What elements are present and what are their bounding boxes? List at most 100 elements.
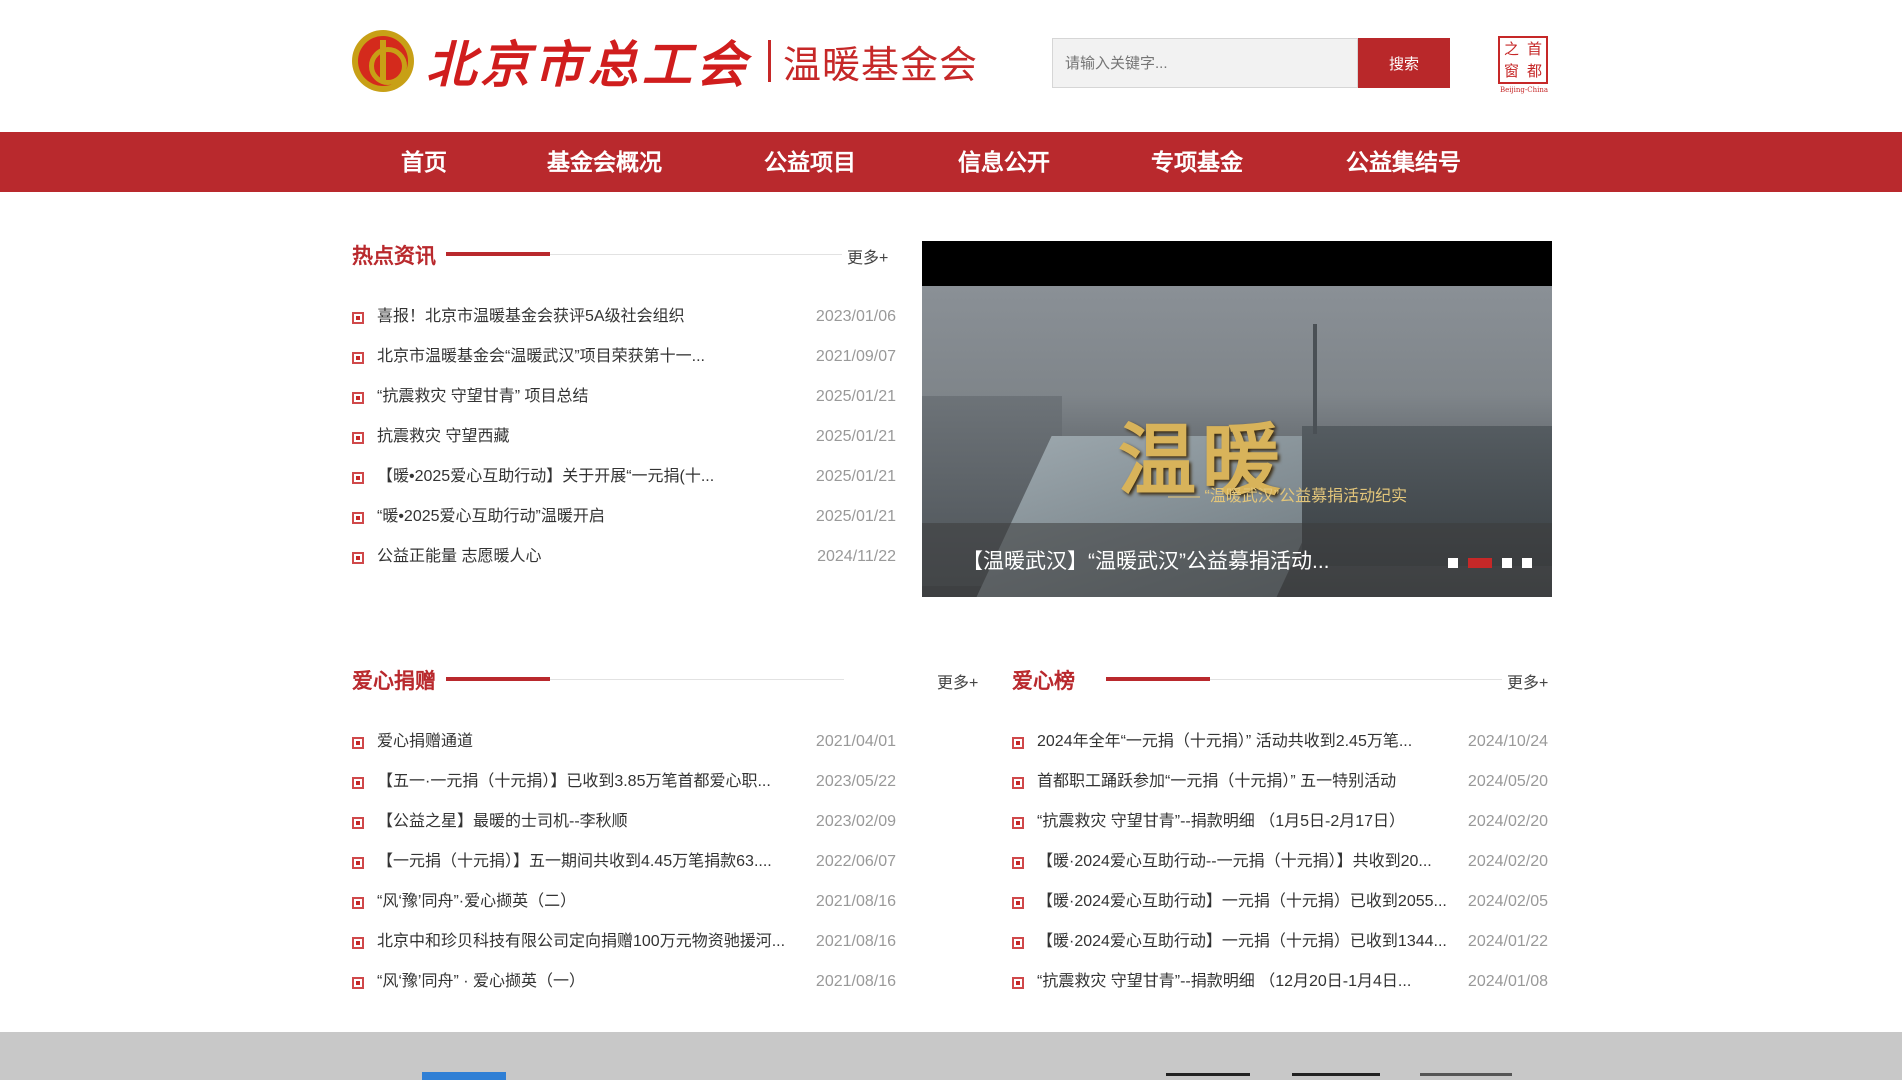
donation-title[interactable]: 【五一·一元捐（十元捐）】已收到3.85万笔首都爱心职... xyxy=(377,762,771,802)
site-header: 北京市总工会 温暖基金会 搜索 之 首 窗 都 Beijing-China xyxy=(0,0,1902,132)
slide-tower xyxy=(1313,324,1317,434)
list-item[interactable]: 【暖•2025爱心互助行动】关于开展“一元捐(十... 2025/01/21 xyxy=(352,457,896,497)
bullet-icon xyxy=(352,552,364,564)
list-item[interactable]: 【公益之星】最暖的士司机--李秋顺 2023/02/09 xyxy=(352,802,896,842)
hot-news-divider xyxy=(550,254,842,255)
news-title[interactable]: 【暖•2025爱心互助行动】关于开展“一元捐(十... xyxy=(377,457,714,497)
donation-date: 2022/06/07 xyxy=(815,853,896,870)
main-nav: 首页 基金会概况 公益项目 信息公开 专项基金 公益集结号 xyxy=(0,132,1902,192)
featured-slider[interactable]: 温暖 —— “温暖武汉”公益募捐活动纪实 【温暖武汉】“温暖武汉”公益募捐活动.… xyxy=(922,241,1552,597)
slide-caption[interactable]: 【温暖武汉】“温暖武汉”公益募捐活动... xyxy=(962,545,1330,575)
list-item[interactable]: 【五一·一元捐（十元捐）】已收到3.85万笔首都爱心职... 2023/05/22 xyxy=(352,762,896,802)
bullet-icon xyxy=(1012,897,1024,909)
nav-item-overview[interactable]: 基金会概况 xyxy=(547,132,662,192)
site-logo[interactable]: 北京市总工会 温暖基金会 xyxy=(352,28,978,94)
love-board-item-date: 2024/02/05 xyxy=(1467,893,1548,910)
footer-link-fragment[interactable] xyxy=(1420,1073,1512,1080)
list-item[interactable]: 抗震救灾 守望西藏 2025/01/21 xyxy=(352,417,896,457)
slider-dots xyxy=(1448,558,1542,568)
love-board-item-date: 2024/02/20 xyxy=(1467,813,1548,830)
bullet-icon xyxy=(352,312,364,324)
list-item[interactable]: 2024年全年“一元捐（十元捐）” 活动共收到2.45万笔... 2024/10/… xyxy=(1012,722,1548,762)
list-item[interactable]: “抗震救灾 守望甘青”--捐款明细 （1月5日-2月17日） 2024/02/20 xyxy=(1012,802,1548,842)
list-item[interactable]: 公益正能量 志愿暖人心 2024/11/22 xyxy=(352,537,896,577)
slider-dot[interactable] xyxy=(1468,558,1492,568)
news-date: 2025/01/21 xyxy=(815,428,896,445)
donation-title[interactable]: “风‘豫’同舟”·爱心撷英（二） xyxy=(377,882,576,922)
bullet-icon xyxy=(1012,777,1024,789)
love-board-more-link[interactable]: 更多+ xyxy=(1507,669,1548,693)
search-form: 搜索 xyxy=(1052,38,1450,88)
donation-title[interactable]: 北京中和珍贝科技有限公司定向捐赠100万元物资驰援河... xyxy=(377,922,785,962)
news-title[interactable]: 公益正能量 志愿暖人心 xyxy=(377,537,541,577)
bullet-icon xyxy=(352,352,364,364)
list-item[interactable]: 【暖·2024爱心互助行动】一元捐（十元捐）已收到1344... 2024/01/… xyxy=(1012,922,1548,962)
capital-window-stamp[interactable]: 之 首 窗 都 Beijing-China xyxy=(1498,36,1550,94)
news-title[interactable]: “暖•2025爱心互助行动”温暖开启 xyxy=(377,497,605,537)
list-item[interactable]: 北京中和珍贝科技有限公司定向捐赠100万元物资驰援河... 2021/08/16 xyxy=(352,922,896,962)
slider-dot[interactable] xyxy=(1522,558,1532,568)
footer-link-fragment[interactable] xyxy=(1292,1073,1380,1080)
love-board-item-date: 2024/02/20 xyxy=(1467,853,1548,870)
love-board-title-bar xyxy=(1106,677,1210,681)
bullet-icon xyxy=(352,937,364,949)
search-button[interactable]: 搜索 xyxy=(1358,38,1450,88)
list-item[interactable]: “抗震救灾 守望甘青” 项目总结 2025/01/21 xyxy=(352,377,896,417)
nav-item-projects[interactable]: 公益项目 xyxy=(764,132,856,192)
love-board-item-title[interactable]: 【暖·2024爱心互助行动】一元捐（十元捐）已收到1344... xyxy=(1037,922,1447,962)
love-board-title: 爱心榜 xyxy=(1012,670,1075,693)
love-board-item-title[interactable]: “抗震救灾 守望甘青”--捐款明细 （1月5日-2月17日） xyxy=(1037,802,1405,842)
news-title[interactable]: 喜报！北京市温暖基金会获评5A级社会组织 xyxy=(377,297,685,337)
stamp-char: 窗 xyxy=(1503,61,1519,80)
love-board-item-title[interactable]: 2024年全年“一元捐（十元捐）” 活动共收到2.45万笔... xyxy=(1037,722,1412,762)
list-item[interactable]: 喜报！北京市温暖基金会获评5A级社会组织 2023/01/06 xyxy=(352,297,896,337)
bullet-icon xyxy=(352,392,364,404)
footer-link-fragment[interactable] xyxy=(1166,1073,1250,1080)
list-item[interactable]: “风‘豫’同舟” · 爱心撷英（一） 2021/08/16 xyxy=(352,962,896,1002)
donation-title[interactable]: 【一元捐（十元捐）】五一期间共收到4.45万笔捐款63.... xyxy=(377,842,772,882)
bullet-icon xyxy=(1012,977,1024,989)
love-board-item-title[interactable]: 【暖·2024爱心互助行动--一元捐（十元捐）】共收到20... xyxy=(1037,842,1432,882)
list-item[interactable]: “抗震救灾 守望甘青”--捐款明细 （12月20日-1月4日... 2024/01… xyxy=(1012,962,1548,1002)
site-footer xyxy=(0,1032,1902,1080)
list-item[interactable]: 首都职工踊跃参加“一元捐（十元捐）” 五一特别活动 2024/05/20 xyxy=(1012,762,1548,802)
love-board-item-date: 2024/10/24 xyxy=(1467,733,1548,750)
list-item[interactable]: 【暖·2024爱心互助行动--一元捐（十元捐）】共收到20... 2024/02/… xyxy=(1012,842,1548,882)
list-item[interactable]: 爱心捐赠通道 2021/04/01 xyxy=(352,722,896,762)
list-item[interactable]: 【暖·2024爱心互助行动】一元捐（十元捐）已收到2055... 2024/02/… xyxy=(1012,882,1548,922)
list-item[interactable]: “暖•2025爱心互助行动”温暖开启 2025/01/21 xyxy=(352,497,896,537)
news-date: 2023/01/06 xyxy=(815,308,896,325)
love-board-item-title[interactable]: 【暖·2024爱心互助行动】一元捐（十元捐）已收到2055... xyxy=(1037,882,1447,922)
footer-tab-indicator[interactable] xyxy=(422,1072,506,1080)
list-item[interactable]: 【一元捐（十元捐）】五一期间共收到4.45万笔捐款63.... 2022/06/0… xyxy=(352,842,896,882)
bullet-icon xyxy=(352,977,364,989)
nav-item-disclosure[interactable]: 信息公开 xyxy=(958,132,1050,192)
hot-news-more-link[interactable]: 更多+ xyxy=(847,244,888,268)
bullet-icon xyxy=(352,512,364,524)
slider-dot[interactable] xyxy=(1448,558,1458,568)
slide-image-subtitle: —— “温暖武汉”公益募捐活动纪实 xyxy=(1168,488,1408,505)
love-board-item-title[interactable]: 首都职工踊跃参加“一元捐（十元捐）” 五一特别活动 xyxy=(1037,762,1396,802)
bullet-icon xyxy=(352,472,364,484)
news-date: 2025/01/21 xyxy=(815,468,896,485)
news-title[interactable]: 抗震救灾 守望西藏 xyxy=(377,417,509,457)
list-item[interactable]: “风‘豫’同舟”·爱心撷英（二） 2021/08/16 xyxy=(352,882,896,922)
search-input[interactable] xyxy=(1052,38,1358,88)
donation-title[interactable]: 爱心捐赠通道 xyxy=(377,722,473,762)
donation-title[interactable]: “风‘豫’同舟” · 爱心撷英（一） xyxy=(377,962,585,1002)
news-title[interactable]: “抗震救灾 守望甘青” 项目总结 xyxy=(377,377,589,417)
logo-subtitle: 温暖基金会 xyxy=(783,44,979,87)
nav-item-rally[interactable]: 公益集结号 xyxy=(1346,132,1461,192)
donation-date: 2021/04/01 xyxy=(815,733,896,750)
donations-more-link[interactable]: 更多+ xyxy=(937,669,978,693)
nav-item-home[interactable]: 首页 xyxy=(401,132,447,192)
slider-dot[interactable] xyxy=(1502,558,1512,568)
donation-title[interactable]: 【公益之星】最暖的士司机--李秋顺 xyxy=(377,802,628,842)
nav-item-special-funds[interactable]: 专项基金 xyxy=(1151,132,1243,192)
love-board-item-title[interactable]: “抗震救灾 守望甘青”--捐款明细 （12月20日-1月4日... xyxy=(1037,962,1411,1002)
bullet-icon xyxy=(1012,737,1024,749)
news-title[interactable]: 北京市温暖基金会“温暖武汉”项目荣获第十一... xyxy=(377,337,705,377)
list-item[interactable]: 北京市温暖基金会“温暖武汉”项目荣获第十一... 2021/09/07 xyxy=(352,337,896,377)
bullet-icon xyxy=(352,737,364,749)
stamp-char: 之 xyxy=(1503,39,1519,58)
